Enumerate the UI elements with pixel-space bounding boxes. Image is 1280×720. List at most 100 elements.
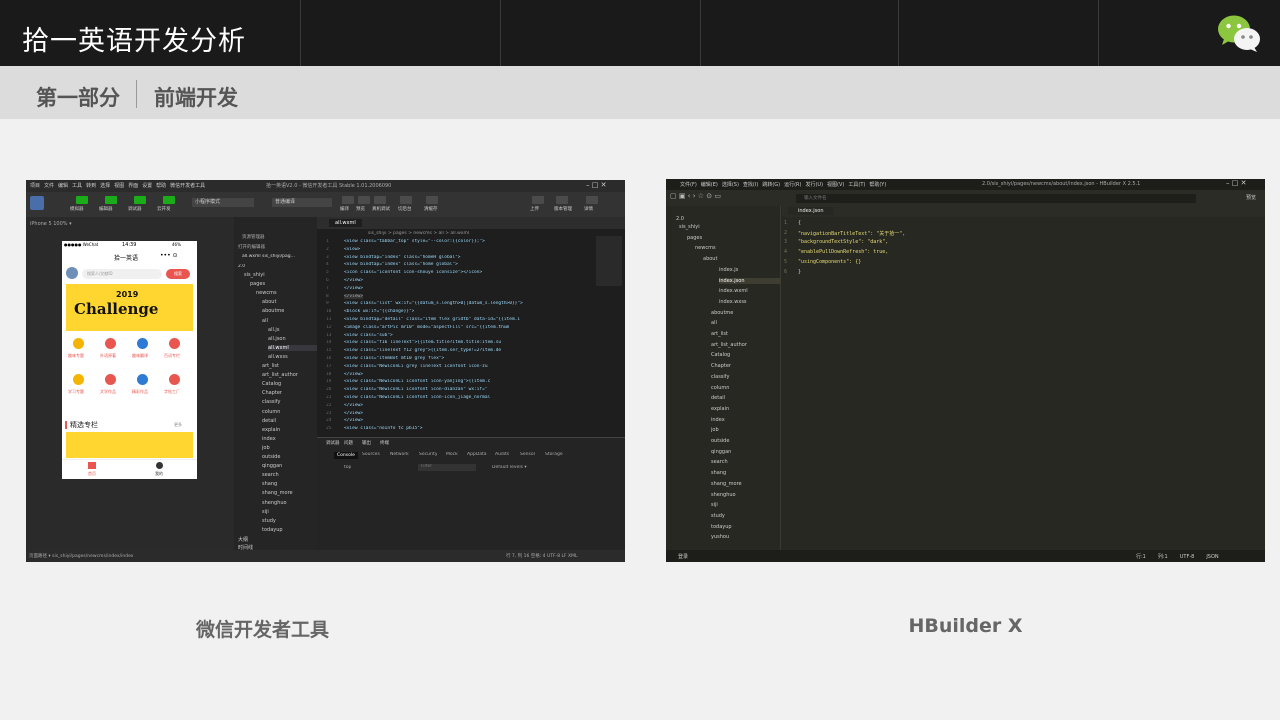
menu-item[interactable]: 文件(F) xyxy=(680,181,697,188)
console-tab[interactable]: 输出 xyxy=(362,440,371,446)
action-button-icon[interactable] xyxy=(374,196,386,204)
devtools-tab[interactable]: Network xyxy=(390,452,409,457)
console-filter[interactable]: Filter xyxy=(418,464,476,471)
hbx-toolbar-icons[interactable]: ▢ ▣ ‹ › ☆ ⊙ ▭ xyxy=(670,192,721,200)
tree-item[interactable]: all xyxy=(711,320,781,326)
feature-icon[interactable] xyxy=(105,374,116,385)
tree-item[interactable]: index.json xyxy=(719,277,781,284)
tree-section[interactable]: 大纲 xyxy=(238,536,248,543)
tree-item[interactable]: all xyxy=(262,318,317,324)
window-controls[interactable]: – □ ✕ xyxy=(586,181,606,189)
feature-label[interactable]: 文学作品 xyxy=(100,389,116,395)
explorer-open-file[interactable]: all.wxml sis_shiyi/pag... xyxy=(242,254,295,259)
tree-item[interactable]: todayup xyxy=(711,524,781,530)
tree-item[interactable]: shenghuo xyxy=(711,492,781,498)
action-button-label[interactable]: 真机调试 xyxy=(372,206,390,212)
tree-item[interactable]: sis_shiyi xyxy=(244,272,317,278)
feature-label[interactable]: 学习专题 xyxy=(68,389,84,395)
action-button-icon[interactable] xyxy=(426,196,438,204)
tree-item[interactable]: detail xyxy=(711,395,781,401)
code-editor[interactable]: 1 <view class="tabbar_top" style="--color… xyxy=(326,239,596,439)
tree-item[interactable]: siji xyxy=(711,502,781,508)
feature-icon[interactable] xyxy=(73,338,84,349)
tree-item[interactable]: detail xyxy=(262,418,317,424)
tree-item[interactable]: index.js xyxy=(719,267,781,273)
action-button-icon[interactable] xyxy=(532,196,544,204)
menu-item[interactable]: 视图(V) xyxy=(827,181,844,188)
tree-item[interactable]: art_list xyxy=(711,331,781,337)
console-tab[interactable]: 调试器 xyxy=(326,440,340,446)
action-button-label[interactable]: 详情 xyxy=(584,206,593,212)
menu-item[interactable]: 界面 xyxy=(128,182,138,189)
tree-item[interactable]: search xyxy=(262,472,317,478)
toolbar-button-label[interactable]: 模拟器 xyxy=(70,206,84,212)
menu-item[interactable]: 设置 xyxy=(142,182,152,189)
action-button-label[interactable]: 清缓存 xyxy=(424,206,438,212)
toolbar-button-icon[interactable] xyxy=(76,196,88,204)
action-button-label[interactable]: 编译 xyxy=(340,206,349,212)
feature-icon[interactable] xyxy=(137,338,148,349)
tree-item[interactable]: classify xyxy=(711,374,781,380)
tree-item[interactable]: index xyxy=(262,436,317,442)
devtools-tab[interactable]: Sources xyxy=(362,452,380,457)
featured-banner[interactable] xyxy=(66,432,193,458)
tree-item[interactable]: explain xyxy=(711,406,781,412)
action-button-icon[interactable] xyxy=(400,196,412,204)
menu-item[interactable]: 工具(T) xyxy=(848,181,865,188)
window-controls[interactable]: – □ ✕ xyxy=(1226,179,1246,187)
hbx-editor-tab[interactable]: index.json xyxy=(788,207,834,215)
avatar[interactable] xyxy=(30,196,44,210)
console-levels[interactable]: Default levels ▾ xyxy=(492,465,527,470)
action-button-label[interactable]: 版本管理 xyxy=(554,206,572,212)
toolbar-button-icon[interactable] xyxy=(163,196,175,204)
console-tab[interactable]: 问题 xyxy=(344,440,353,446)
tree-item[interactable]: outside xyxy=(711,438,781,444)
tree-item[interactable]: job xyxy=(262,445,317,451)
menu-item[interactable]: 编辑(E) xyxy=(701,181,718,188)
tree-item[interactable]: pages xyxy=(250,281,317,287)
feature-label[interactable]: 外语原著 xyxy=(100,353,116,359)
action-button-label[interactable]: 切后台 xyxy=(398,206,412,212)
feature-icon[interactable] xyxy=(169,338,180,349)
phone-capsule[interactable]: ••• ⊙ xyxy=(160,252,178,259)
toolbar-button-label[interactable]: 编辑器 xyxy=(99,206,113,212)
tree-item[interactable]: shang_more xyxy=(711,481,781,487)
action-button-icon[interactable] xyxy=(342,196,354,204)
hbx-code-editor[interactable]: 1 {2 "navigationBarTitleText": "关于拾一", 3 "… xyxy=(784,220,1254,320)
devtools-tab[interactable]: Console xyxy=(334,452,358,459)
action-button-label[interactable]: 上传 xyxy=(530,206,539,212)
tree-item[interactable]: newcms xyxy=(695,245,781,251)
editor-breadcrumb[interactable]: sis_shiyi > pages > newcms > all > all.w… xyxy=(368,231,469,236)
tree-item[interactable]: pages xyxy=(687,235,781,241)
hbx-preview-button[interactable]: 预览 xyxy=(1246,194,1256,201)
menu-item[interactable]: 运行(R) xyxy=(784,181,801,188)
toolbar-button-icon[interactable] xyxy=(105,196,117,204)
tree-item[interactable]: qinggan xyxy=(711,449,781,455)
tree-item[interactable]: art_list_author xyxy=(711,342,781,348)
hbx-login[interactable]: 登录 xyxy=(678,553,688,560)
action-button-icon[interactable] xyxy=(586,196,598,204)
tree-item[interactable]: about xyxy=(262,299,317,305)
tree-item[interactable]: index.wxss xyxy=(719,299,781,305)
tree-item[interactable]: sis_shiyi xyxy=(679,224,781,230)
device-select[interactable]: iPhone 5 100% ▾ xyxy=(30,221,72,227)
menu-item[interactable]: 选择(S) xyxy=(722,181,739,188)
tree-item[interactable]: aboutme xyxy=(262,308,317,314)
phone-section-more[interactable]: 更多 xyxy=(174,422,182,428)
menu-item[interactable]: 选择 xyxy=(100,182,110,189)
tree-item[interactable]: all.json xyxy=(268,336,317,342)
menu-item[interactable]: 跳转(G) xyxy=(762,181,780,188)
menu-item[interactable]: 项目 xyxy=(30,182,40,189)
explorer-root[interactable]: 2.0 xyxy=(238,264,245,269)
menu-item[interactable]: 帮助 xyxy=(156,182,166,189)
tree-item[interactable]: search xyxy=(711,459,781,465)
menu-item[interactable]: 微信开发者工具 xyxy=(170,182,205,189)
tree-item[interactable]: all.js xyxy=(268,327,317,333)
toolbar-button-label[interactable]: 云开发 xyxy=(157,206,171,212)
tab-home[interactable]: 首页 xyxy=(88,471,96,477)
tree-item[interactable]: Catalog xyxy=(711,352,781,358)
tree-item[interactable]: all.wxss xyxy=(268,354,317,360)
feature-label[interactable]: 趣味专题 xyxy=(68,353,84,359)
minimap[interactable] xyxy=(596,236,622,286)
menu-item[interactable]: 查找(I) xyxy=(743,181,758,188)
